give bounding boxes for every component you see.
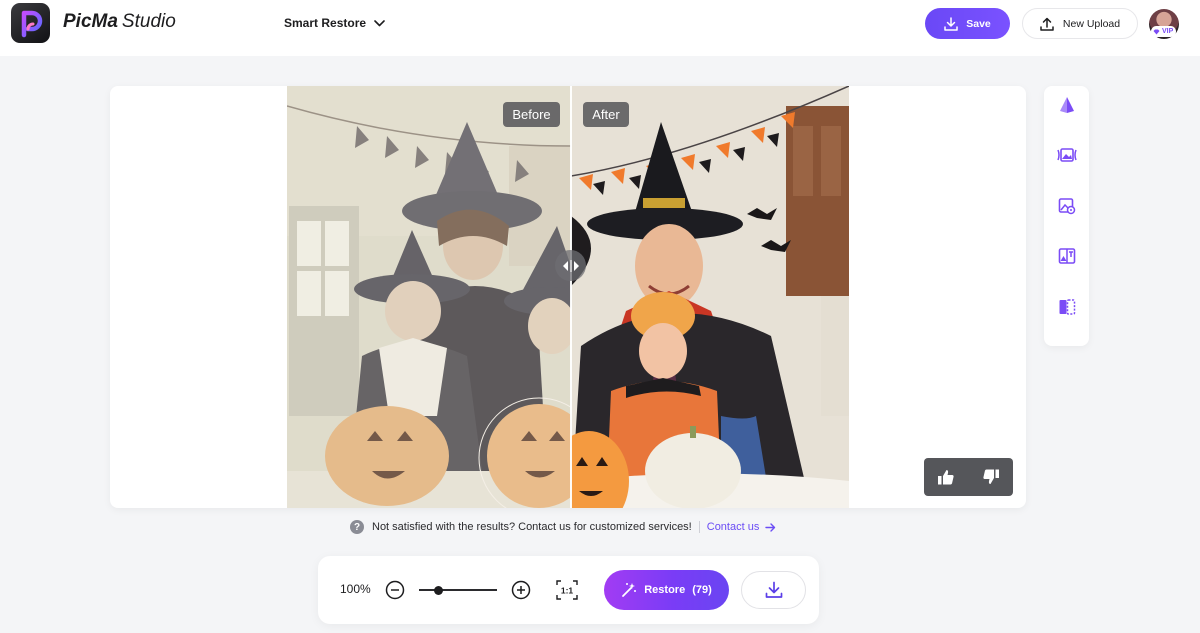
top-bar — [0, 0, 1200, 56]
zoom-slider[interactable] — [419, 589, 497, 591]
zoom-out-button[interactable] — [385, 580, 405, 600]
drag-arrows-icon — [562, 259, 579, 272]
actual-size-label: 1:1 — [561, 586, 574, 596]
rating-bar — [924, 458, 1013, 496]
actual-size-button[interactable]: 1:1 — [556, 580, 578, 600]
after-image — [571, 86, 849, 508]
vip-badge: VIP — [1151, 26, 1177, 37]
new-upload-button[interactable]: New Upload — [1022, 8, 1138, 39]
compare-split-icon — [1059, 299, 1076, 315]
download-button[interactable] — [741, 571, 806, 609]
compare-divider[interactable] — [570, 86, 572, 508]
compare-tool-button[interactable] — [1056, 296, 1078, 318]
arrow-right-icon — [765, 522, 776, 532]
app-suffix: Studio — [121, 11, 176, 32]
restore-label: Restore — [644, 584, 686, 596]
divider — [698, 521, 700, 533]
image-enhance-icon — [1057, 148, 1077, 162]
before-image — [287, 86, 571, 508]
settings-tool-button[interactable] — [1056, 195, 1078, 217]
save-button[interactable]: Save — [925, 8, 1010, 39]
zoom-slider-handle[interactable] — [434, 586, 443, 595]
contact-us-link[interactable]: Contact us — [707, 521, 777, 533]
thumbs-down-icon — [983, 469, 999, 484]
restore-count: (79) — [692, 584, 712, 596]
app-logo-icon[interactable] — [11, 3, 50, 43]
download-icon — [944, 16, 958, 31]
chevron-down-icon — [374, 19, 385, 26]
save-label: Save — [966, 17, 991, 30]
before-after-photo — [287, 86, 849, 508]
before-label: Before — [503, 102, 560, 127]
magic-wand-icon — [622, 583, 637, 597]
app-title: PicMa Studio — [63, 11, 176, 33]
mode-label: Smart Restore — [284, 16, 367, 30]
compare-handle[interactable] — [555, 250, 586, 281]
upload-label: New Upload — [1062, 17, 1121, 30]
download-icon — [765, 581, 782, 598]
feedback-message: Not satisfied with the results? Contact … — [372, 521, 692, 533]
help-icon: ? — [350, 520, 364, 534]
upload-icon — [1040, 17, 1054, 31]
swap-tool-button[interactable] — [1056, 245, 1078, 267]
diamond-icon — [1153, 29, 1160, 34]
mode-dropdown[interactable]: Smart Restore — [284, 13, 385, 33]
zoom-in-button[interactable] — [511, 580, 531, 600]
after-label: After — [583, 102, 629, 127]
contact-label: Contact us — [706, 521, 760, 533]
minus-circle-icon — [385, 580, 405, 600]
color-swap-icon — [1058, 248, 1076, 264]
enhance-tool-button[interactable] — [1056, 144, 1078, 166]
feedback-line: ? Not satisfied with the results? Contac… — [350, 518, 776, 536]
app-brand: PicMa — [63, 11, 118, 32]
image-settings-icon — [1058, 198, 1076, 215]
vip-label: VIP — [1162, 28, 1174, 35]
prism-tool-button[interactable] — [1056, 94, 1078, 116]
thumbs-up-button[interactable] — [931, 462, 961, 492]
actual-size-icon: 1:1 — [556, 580, 578, 600]
prism-icon — [1060, 97, 1074, 113]
plus-circle-icon — [511, 580, 531, 600]
restore-button[interactable]: Restore (79) — [604, 570, 729, 610]
thumbs-down-button[interactable] — [976, 462, 1006, 492]
thumbs-up-icon — [938, 470, 954, 485]
zoom-level: 100% — [340, 582, 371, 596]
